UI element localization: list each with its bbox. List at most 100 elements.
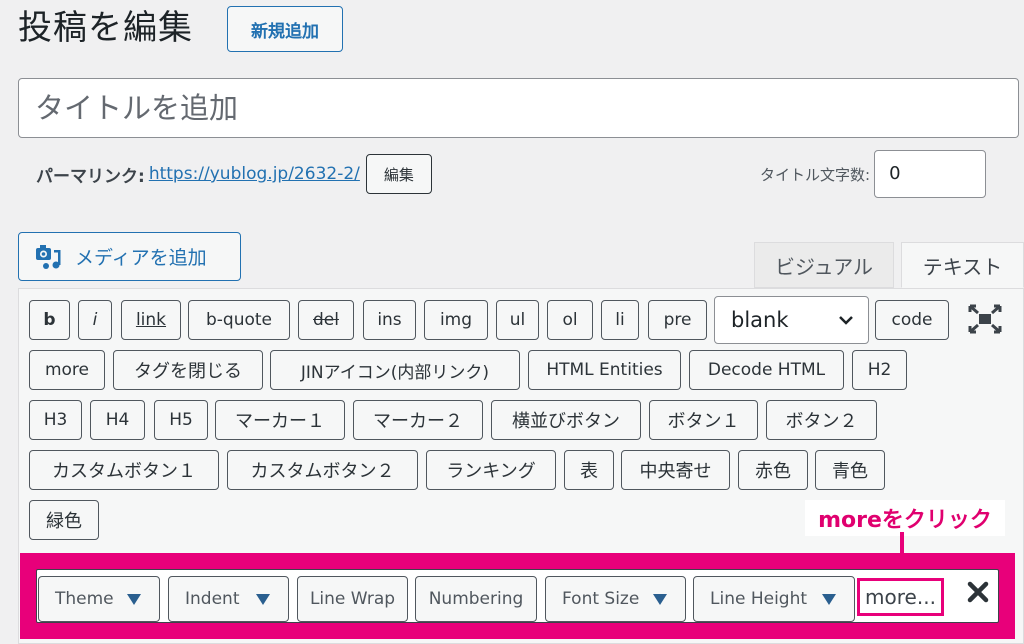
qt-center-button[interactable]: 中央寄せ (621, 450, 730, 490)
qt-label: ul (509, 310, 526, 330)
triangle-down-icon (256, 594, 270, 605)
triangle-down-icon (653, 594, 667, 605)
qt-button2-button[interactable]: ボタン２ (766, 400, 877, 440)
qt-label: マーカー１ (235, 411, 325, 432)
permalink-url[interactable]: https://yublog.jp/2632-2/ (149, 164, 360, 184)
cm-font-size-button[interactable]: Font Size (545, 576, 686, 622)
qt-marker2-button[interactable]: マーカー２ (353, 400, 483, 440)
title-input[interactable]: タイトルを追加 (18, 78, 1019, 138)
qt-ranking-button[interactable]: ランキング (426, 450, 556, 490)
tab-text[interactable]: テキスト (901, 242, 1024, 288)
page-title: 投稿を編集 (18, 8, 193, 48)
qt-close-tags-button[interactable]: タグを閉じる (113, 350, 263, 390)
qt-ins-button[interactable]: ins (363, 300, 416, 340)
qt-label: ins (377, 310, 402, 330)
qt-label: 中央寄せ (639, 461, 712, 482)
qt-label: img (439, 310, 473, 330)
qt-code-button[interactable]: code (875, 300, 949, 340)
qt-label: i (92, 310, 98, 330)
qt-label: 緑色 (46, 511, 82, 532)
cm-indent-button[interactable]: Indent (168, 576, 289, 622)
cm-more-link[interactable]: more... (857, 578, 944, 616)
title-count-label: タイトル文字数: (760, 165, 871, 184)
permalink-row: パーマリンク: https://yublog.jp/2632-2/ 編集 (36, 154, 432, 194)
tab-visual[interactable]: ビジュアル (754, 242, 894, 288)
qt-button1-button[interactable]: ボタン１ (649, 400, 758, 440)
select-value: blank (731, 308, 789, 332)
add-media-label: メディアを追加 (75, 247, 207, 269)
cm-line-height-button[interactable]: Line Height (693, 576, 855, 622)
title-count: タイトル文字数: 0 (760, 150, 987, 198)
qt-green-button[interactable]: 緑色 (29, 500, 99, 540)
qt-bold-button[interactable]: b (29, 300, 70, 340)
qt-custom-button1-button[interactable]: カスタムボタン１ (29, 450, 219, 490)
qt-label: 青色 (832, 461, 868, 482)
qt-ol-button[interactable]: ol (547, 300, 593, 340)
qt-decode-html-button[interactable]: Decode HTML (689, 350, 844, 390)
qt-h3-button[interactable]: H3 (29, 400, 82, 440)
qt-label: タグを閉じる (134, 361, 242, 382)
qt-label: カスタムボタン１ (52, 461, 196, 482)
qt-pre-button[interactable]: pre (648, 300, 707, 340)
cm-button-label: Font Size (562, 589, 640, 609)
cm-button-label: Theme (55, 589, 114, 609)
qt-table-button[interactable]: 表 (564, 450, 614, 490)
qt-red-button[interactable]: 赤色 (738, 450, 808, 490)
cm-line-wrap-button[interactable]: Line Wrap (297, 576, 408, 622)
qt-bquote-button[interactable]: b-quote (188, 300, 290, 340)
qt-label: more (44, 360, 90, 380)
qt-label: ボタン１ (667, 411, 740, 432)
cm-theme-button[interactable]: Theme (38, 576, 160, 622)
qt-label: li (615, 310, 625, 330)
qt-label: ランキング (446, 461, 536, 482)
qt-h2-button[interactable]: H2 (852, 350, 907, 390)
qt-marker1-button[interactable]: マーカー１ (215, 400, 345, 440)
qt-label: 横並びボタン (512, 411, 620, 432)
qt-label: Decode HTML (707, 360, 826, 380)
qt-li-button[interactable]: li (601, 300, 639, 340)
cm-button-label: Indent (185, 589, 240, 609)
fullscreen-icon[interactable] (968, 304, 1002, 334)
permalink-edit-button[interactable]: 編集 (365, 154, 432, 194)
qt-link-button[interactable]: link (121, 300, 181, 340)
cm-numbering-button[interactable]: Numbering (415, 576, 537, 622)
qt-ul-button[interactable]: ul (496, 300, 539, 340)
qt-html-entities-button[interactable]: HTML Entities (528, 350, 681, 390)
qt-more-button[interactable]: more (29, 350, 105, 390)
qt-jin-icon-button[interactable]: JINアイコン(内部リンク) (270, 350, 520, 390)
title-count-value: 0 (874, 150, 987, 198)
qt-label: code (891, 310, 933, 330)
qt-label: 表 (580, 461, 598, 482)
qt-label: H4 (105, 410, 130, 430)
cm-button-label: Line Height (710, 589, 808, 609)
qt-label: H3 (43, 410, 68, 430)
close-icon[interactable] (966, 580, 990, 604)
link-target-select[interactable]: blank (714, 296, 869, 344)
qt-label: H5 (169, 410, 193, 430)
qt-label: HTML Entities (546, 360, 663, 380)
qt-custom-button2-button[interactable]: カスタムボタン２ (227, 450, 418, 490)
qt-italic-button[interactable]: i (78, 300, 112, 340)
chevron-down-icon (839, 316, 853, 325)
qt-h5-button[interactable]: H5 (154, 400, 208, 440)
qt-label: JINアイコン(内部リンク) (300, 362, 490, 383)
triangle-down-icon (822, 594, 836, 605)
qt-img-button[interactable]: img (424, 300, 488, 340)
add-new-button[interactable]: 新規追加 (227, 6, 343, 52)
qt-label: link (135, 310, 167, 330)
triangle-down-icon (127, 594, 141, 605)
annotation-label: moreをクリック (805, 500, 1005, 536)
cm-button-label: Line Wrap (309, 589, 396, 609)
add-media-button[interactable]: メディアを追加 (18, 232, 241, 281)
media-icon (36, 244, 61, 269)
qt-label: del (313, 310, 339, 330)
cm-button-label: Numbering (428, 589, 524, 609)
qt-blue-button[interactable]: 青色 (815, 450, 885, 490)
qt-del-button[interactable]: del (298, 300, 354, 340)
qt-label: H2 (867, 360, 892, 380)
qt-h4-button[interactable]: H4 (90, 400, 145, 440)
qt-horizontal-buttons-button[interactable]: 横並びボタン (491, 400, 641, 440)
qt-label: 赤色 (755, 461, 791, 482)
qt-label: カスタムボタン２ (250, 461, 395, 482)
qt-label: マーカー２ (373, 411, 463, 432)
